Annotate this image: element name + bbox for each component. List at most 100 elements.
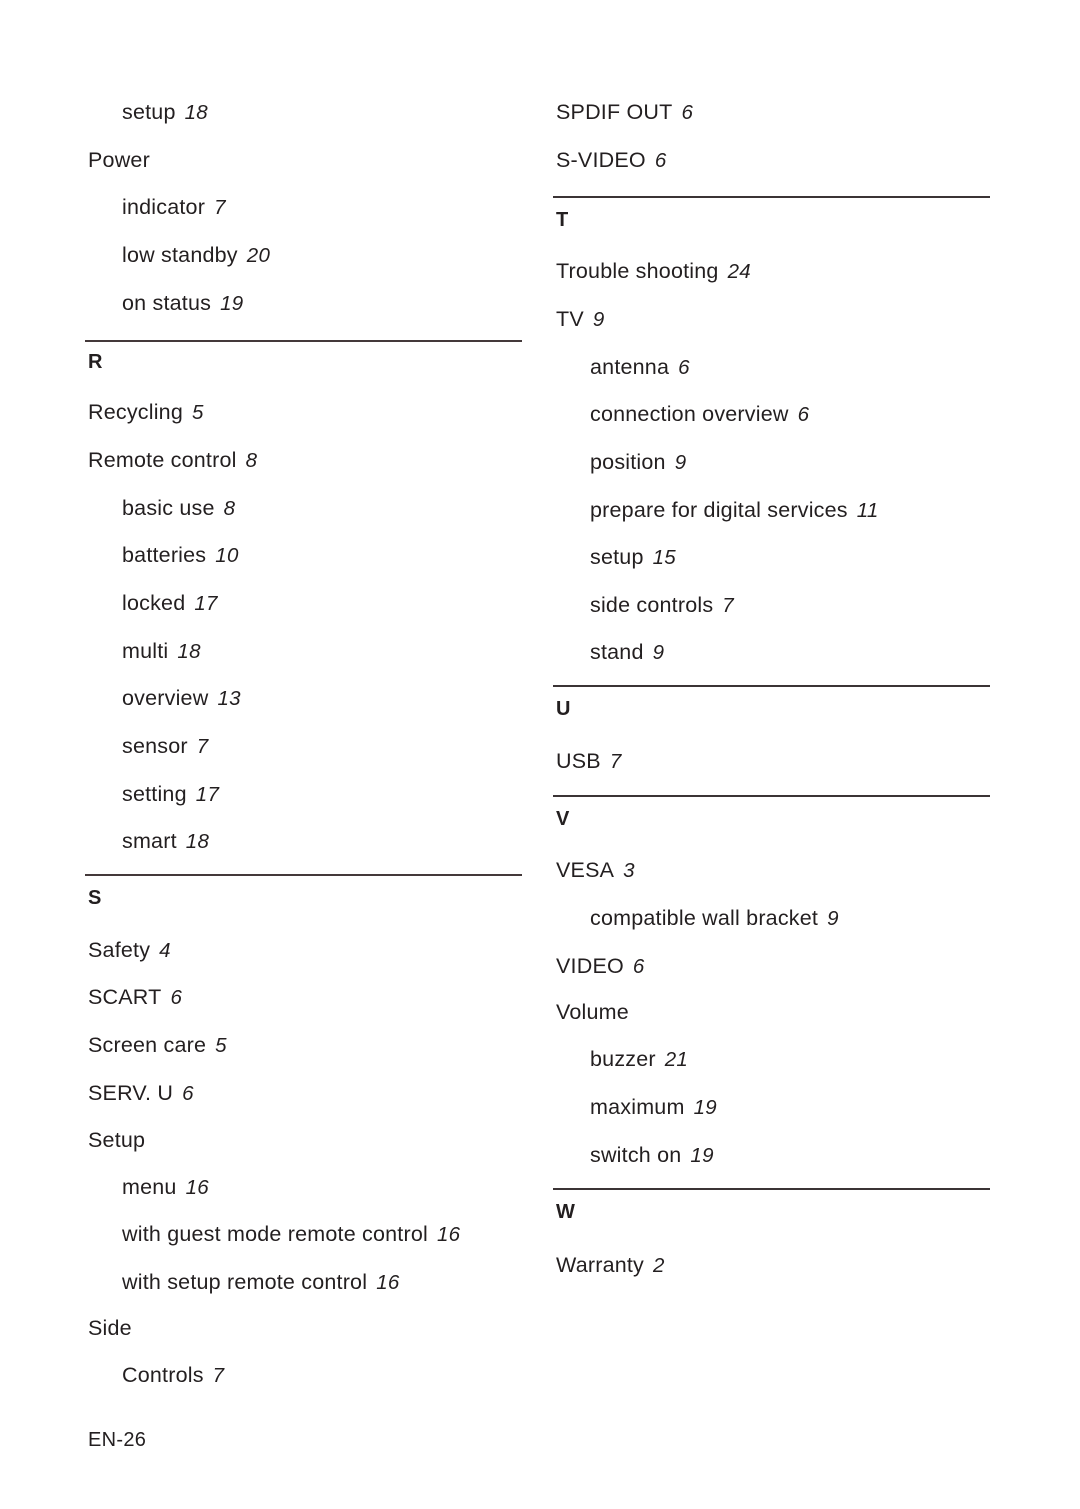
index-entry-term: multi — [122, 639, 169, 663]
index-entry-term: prepare for digital services — [590, 498, 848, 522]
page-number-footer: EN-26 — [88, 1429, 147, 1451]
index-subentry: connection overview 6 — [590, 402, 810, 426]
index-entry-page-number: 7 — [722, 594, 734, 617]
index-entry: Remote control 8 — [88, 448, 257, 472]
index-entry-term: Setup — [88, 1128, 146, 1152]
index-entry-page-number: 6 — [654, 149, 667, 172]
index-entry-page-number: 6 — [170, 986, 183, 1009]
index-entry-term: VESA — [556, 858, 615, 882]
section-letter-heading: S — [88, 887, 102, 909]
index-entry: S-VIDEO 6 — [556, 149, 667, 172]
index-entry-term: connection overview — [590, 402, 789, 426]
index-entry-term: Safety — [88, 938, 151, 962]
section-letter-heading: R — [88, 351, 103, 373]
index-entry: Volume — [556, 1001, 629, 1024]
index-entry-page-number: 18 — [184, 101, 209, 124]
index-subentry: indicator 7 — [122, 196, 226, 219]
index-entry-page-number: 13 — [217, 687, 241, 710]
index-entry-page-number: 16 — [185, 1176, 209, 1199]
index-entry-term: Trouble shooting — [556, 259, 719, 283]
section-divider — [553, 1188, 990, 1190]
index-entry-page-number: 9 — [652, 641, 665, 664]
index-subentry: locked 17 — [122, 591, 218, 615]
index-entry: SCART 6 — [88, 985, 183, 1009]
index-subentry: with guest mode remote control 16 — [122, 1223, 460, 1246]
index-entry-page-number: 9 — [827, 907, 839, 930]
index-entry-term: buzzer — [590, 1047, 656, 1071]
index-entry: SPDIF OUT 6 — [556, 100, 694, 124]
index-subentry: prepare for digital services 11 — [590, 498, 879, 522]
index-subentry: buzzer 21 — [590, 1047, 689, 1071]
index-entry-term: position — [590, 450, 666, 474]
index-entry-page-number: 7 — [212, 1364, 225, 1387]
index-entry-term: Controls — [122, 1363, 204, 1387]
index-entry-page-number: 2 — [653, 1254, 665, 1277]
index-entry: Screen care 5 — [88, 1034, 227, 1057]
index-entry-term: setup — [590, 545, 644, 569]
index-subentry: menu 16 — [122, 1175, 209, 1199]
index-entry-term: Recycling — [88, 400, 184, 424]
index-entry-term: maximum — [590, 1095, 685, 1119]
index-entry-page-number: 21 — [664, 1048, 689, 1071]
index-entry-term: setup — [122, 100, 176, 124]
index-entry-page-number: 19 — [220, 292, 244, 315]
section-letter-heading: T — [556, 209, 569, 231]
index-entry: VIDEO 6 — [556, 954, 645, 978]
index-entry: VESA 3 — [556, 858, 635, 882]
index-entry-page-number: 3 — [623, 859, 635, 882]
index-subentry: basic use 8 — [122, 496, 236, 520]
index-entry-page-number: 6 — [681, 101, 694, 124]
index-subentry: position 9 — [590, 450, 687, 474]
index-entry-page-number: 11 — [856, 499, 879, 522]
index-entry-page-number: 19 — [690, 1144, 714, 1167]
index-entry-term: locked — [122, 591, 186, 615]
index-entry-term: smart — [122, 829, 177, 853]
index-entry: Power — [88, 149, 150, 172]
index-entry: Recycling 5 — [88, 400, 204, 424]
index-page: setup 18 Power indicator 7 low standby 20 on st… — [0, 0, 1080, 1509]
index-entry-term: setting — [122, 782, 187, 806]
section-letter-heading: U — [556, 698, 571, 720]
index-subentry: batteries 10 — [122, 543, 239, 567]
index-entry-term: Warranty — [556, 1253, 645, 1277]
index-entry-term: with setup remote control — [122, 1270, 368, 1294]
index-entry-page-number: 9 — [674, 451, 687, 474]
section-divider — [85, 340, 522, 342]
index-entry-term: SERV. U — [88, 1081, 174, 1105]
index-subentry: Controls 7 — [122, 1363, 225, 1387]
section-divider — [85, 874, 522, 876]
index-entry-page-number: 8 — [223, 497, 236, 520]
index-entry-page-number: 6 — [797, 403, 810, 426]
index-entry-page-number: 7 — [609, 750, 622, 773]
index-entry-term: compatible wall bracket — [590, 906, 819, 930]
index-entry-page-number: 9 — [592, 308, 605, 331]
index-entry: Setup — [88, 1128, 146, 1152]
index-entry-page-number: 16 — [376, 1271, 400, 1294]
index-entry-term: switch on — [590, 1143, 682, 1167]
index-entry-page-number: 24 — [727, 260, 751, 283]
index-entry-term: Remote control — [88, 448, 237, 472]
index-entry-page-number: 17 — [195, 783, 220, 806]
index-subentry: on status 19 — [122, 291, 244, 315]
index-entry-term: menu — [122, 1175, 177, 1199]
index-subentry: side controls 7 — [590, 593, 734, 617]
index-subentry: compatible wall bracket 9 — [590, 906, 839, 930]
index-subentry: low standby 20 — [122, 244, 271, 267]
index-subentry: smart 18 — [122, 829, 209, 853]
index-entry-term: SPDIF OUT — [556, 100, 673, 124]
index-entry-term: overview — [122, 686, 209, 710]
index-entry-term: on status — [122, 291, 212, 315]
index-entry-term: stand — [590, 640, 644, 664]
index-entry-term: side controls — [590, 593, 714, 617]
index-entry-term: batteries — [122, 543, 207, 567]
index-entry-page-number: 10 — [215, 544, 239, 567]
index-entry: Trouble shooting 24 — [556, 259, 751, 283]
index-entry-term: VIDEO — [556, 954, 624, 978]
index-subentry: with setup remote control 16 — [122, 1270, 400, 1294]
index-entry-page-number: 7 — [196, 735, 209, 758]
index-entry-term: basic use — [122, 496, 215, 520]
index-entry-page-number: 19 — [693, 1096, 717, 1119]
index-entry-page-number: 18 — [177, 640, 201, 663]
index-entry-page-number: 20 — [246, 244, 271, 267]
index-entry-term: SCART — [88, 985, 162, 1009]
